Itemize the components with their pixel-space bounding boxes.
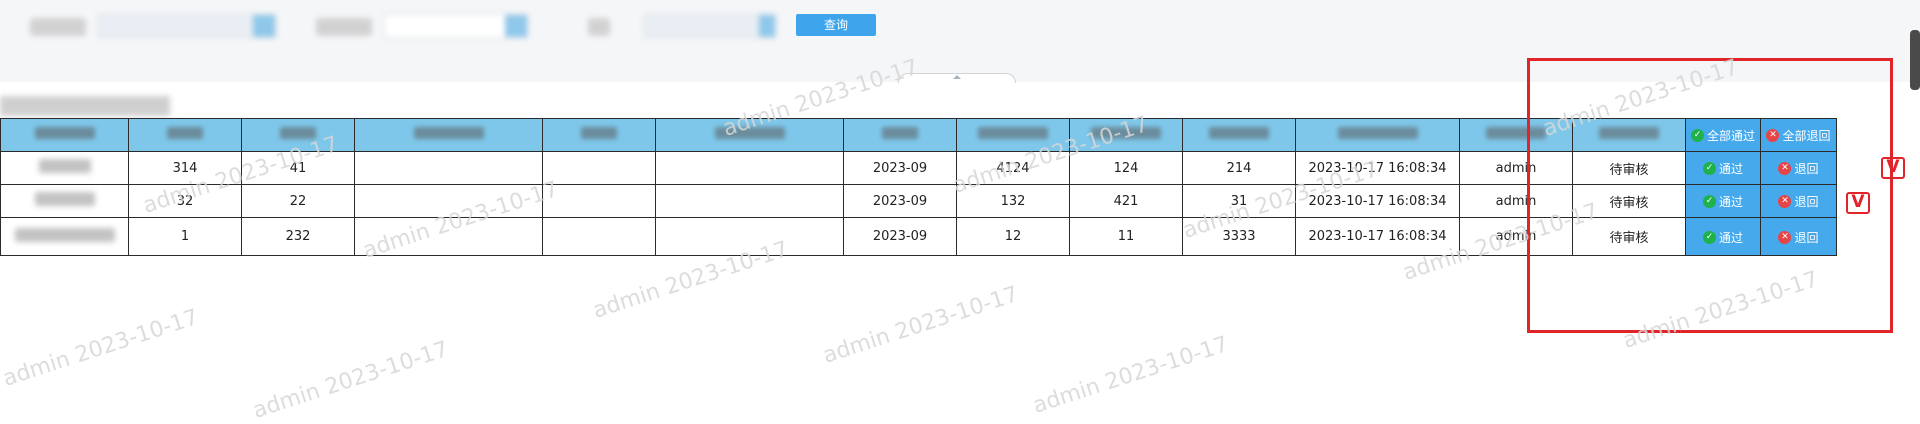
col-header-time bbox=[1295, 118, 1460, 152]
cell-empty bbox=[655, 184, 844, 218]
col-header-v1 bbox=[956, 118, 1070, 152]
cell-period: 2023-09 bbox=[843, 151, 957, 185]
watermark: admin 2023-10-17 bbox=[0, 305, 202, 392]
cell-v1: 132 bbox=[956, 184, 1070, 218]
filter-label-1 bbox=[30, 18, 86, 36]
cell-empty bbox=[542, 184, 656, 218]
cell-c2: 22 bbox=[241, 184, 355, 218]
cell-empty bbox=[542, 151, 656, 185]
filter-select-1[interactable] bbox=[98, 14, 276, 38]
cell-period: 2023-09 bbox=[843, 184, 957, 218]
collapse-toggle[interactable] bbox=[898, 73, 1016, 83]
col-header-c5 bbox=[655, 118, 844, 152]
col-header-period bbox=[843, 118, 957, 152]
annotation-check-mark: V bbox=[1881, 157, 1905, 179]
cell-v3: 214 bbox=[1182, 151, 1296, 185]
filter-label-2 bbox=[316, 18, 372, 36]
cell-empty bbox=[354, 217, 543, 256]
cell-empty bbox=[655, 217, 844, 256]
col-header-name bbox=[0, 118, 129, 152]
cell-v1: 12 bbox=[956, 217, 1070, 256]
col-header-v3 bbox=[1182, 118, 1296, 152]
cell-empty bbox=[354, 184, 543, 218]
col-header-c4 bbox=[542, 118, 656, 152]
cell-empty bbox=[354, 151, 543, 185]
cell-time: 2023-10-17 16:08:34 bbox=[1295, 217, 1460, 256]
row-name-cell bbox=[0, 151, 129, 185]
watermark: admin 2023-10-17 bbox=[820, 282, 1022, 369]
annotation-check-mark: V bbox=[1846, 192, 1870, 214]
filter-label-3 bbox=[588, 18, 610, 36]
cell-period: 2023-09 bbox=[843, 217, 957, 256]
cell-v2: 421 bbox=[1069, 184, 1183, 218]
cell-v3: 31 bbox=[1182, 184, 1296, 218]
cell-c2: 232 bbox=[241, 217, 355, 256]
annotation-highlight-box bbox=[1527, 58, 1893, 333]
cell-empty bbox=[655, 151, 844, 185]
cell-v3: 3333 bbox=[1182, 217, 1296, 256]
row-name-cell bbox=[0, 217, 129, 256]
cell-time: 2023-10-17 16:08:34 bbox=[1295, 151, 1460, 185]
query-button[interactable]: 查询 bbox=[796, 14, 876, 36]
cell-empty bbox=[542, 217, 656, 256]
watermark: admin 2023-10-17 bbox=[250, 337, 452, 424]
cell-time: 2023-10-17 16:08:34 bbox=[1295, 184, 1460, 218]
cell-c1: 32 bbox=[128, 184, 242, 218]
col-header-v2 bbox=[1069, 118, 1183, 152]
row-name-cell bbox=[0, 184, 129, 218]
table-title bbox=[0, 96, 170, 116]
col-header-c1 bbox=[128, 118, 242, 152]
cell-c1: 1 bbox=[128, 217, 242, 256]
cell-c2: 41 bbox=[241, 151, 355, 185]
col-header-c3 bbox=[354, 118, 543, 152]
cell-v2: 11 bbox=[1069, 217, 1183, 256]
cell-c1: 314 bbox=[128, 151, 242, 185]
filter-select-2[interactable] bbox=[384, 14, 528, 38]
scrollbar-thumb[interactable] bbox=[1910, 30, 1920, 90]
filter-date-input[interactable] bbox=[644, 14, 776, 38]
cell-v2: 124 bbox=[1069, 151, 1183, 185]
col-header-c2 bbox=[241, 118, 355, 152]
cell-v1: 4124 bbox=[956, 151, 1070, 185]
